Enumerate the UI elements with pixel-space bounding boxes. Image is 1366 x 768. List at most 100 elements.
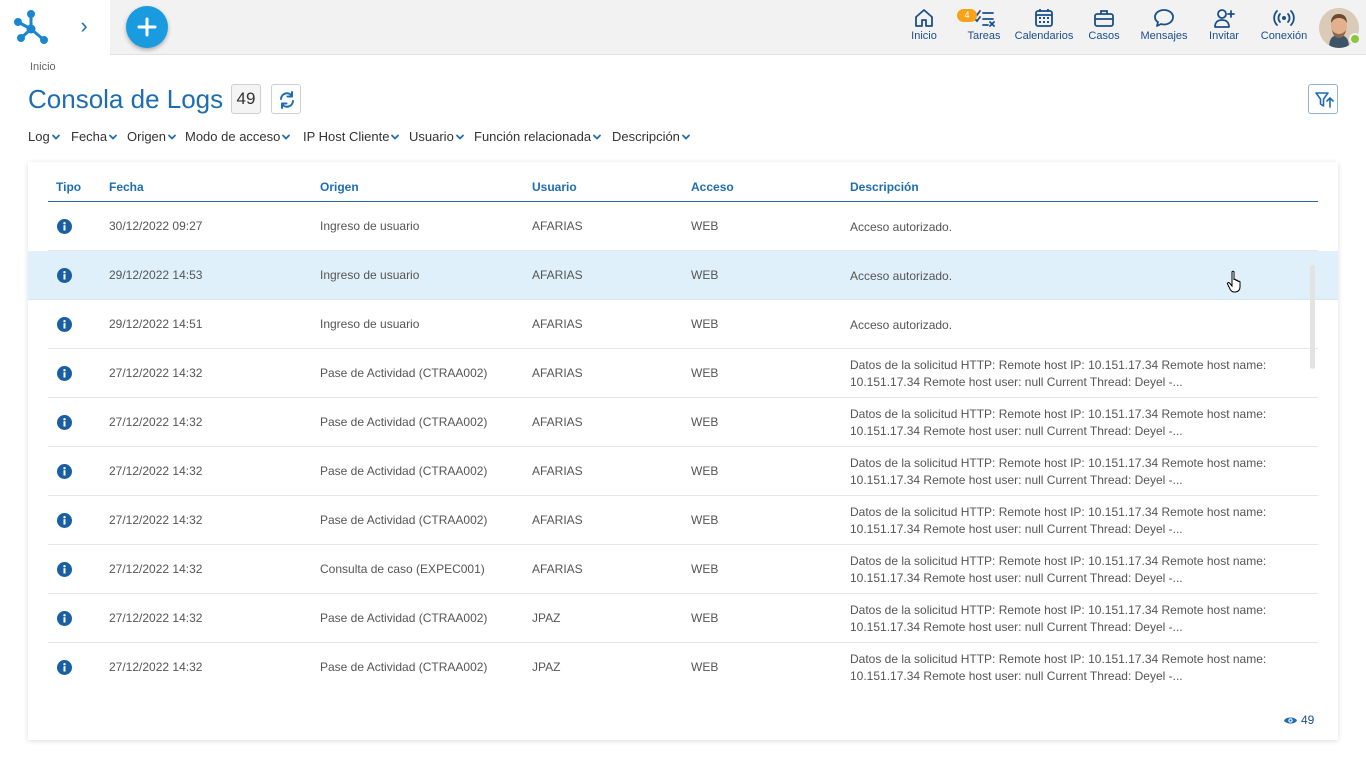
filter-fecha[interactable]: Fecha xyxy=(71,129,118,144)
cell-acceso: WEB xyxy=(691,219,719,233)
cell-fecha: 30/12/2022 09:27 xyxy=(109,219,203,233)
filter-label: Descripción xyxy=(612,129,680,144)
info-icon xyxy=(57,562,72,577)
table-row[interactable]: 29/12/2022 14:51 Ingreso de usuario AFARIA… xyxy=(48,300,1318,349)
cell-usuario: AFARIAS xyxy=(532,513,583,527)
cell-descripcion: Acceso autorizado. xyxy=(850,269,953,283)
cell-descripcion: Datos de la solicitud HTTP: Remote host … xyxy=(850,554,1267,585)
cell-usuario: JPAZ xyxy=(532,611,561,625)
cell-descripcion: Datos de la solicitud HTTP: Remote host … xyxy=(850,456,1267,487)
visible-count: 49 xyxy=(1283,713,1314,727)
cell-acceso: WEB xyxy=(691,268,719,282)
nav-calendarios[interactable]: Calendarios xyxy=(1014,7,1074,47)
table-row[interactable]: 27/12/2022 14:32 Pase de Actividad (CTRAA… xyxy=(48,349,1318,398)
filter-funcion[interactable]: Función relacionada xyxy=(474,129,602,144)
nav-label: Tareas xyxy=(967,30,1001,42)
chevron-down-icon xyxy=(455,134,464,140)
filter-usuario[interactable]: Usuario xyxy=(409,129,465,144)
filter-label: Función relacionada xyxy=(474,129,592,144)
table-scrollbar[interactable] xyxy=(1310,265,1315,369)
cell-origen: Pase de Actividad (CTRAA002) xyxy=(320,464,488,478)
table-row[interactable]: 27/12/2022 14:32 Pase de Actividad (CTRAA… xyxy=(48,398,1318,447)
nav-label: Calendarios xyxy=(1014,30,1074,42)
column-header-usuario[interactable]: Usuario xyxy=(532,180,577,194)
table-row[interactable]: 27/12/2022 14:32 Consulta de caso (EXPEC0… xyxy=(48,545,1318,594)
nav-conexion[interactable]: Conexión xyxy=(1258,7,1310,47)
cell-usuario: JPAZ xyxy=(532,660,561,674)
cell-origen: Consulta de caso (EXPEC001) xyxy=(320,562,485,576)
nav-mensajes[interactable]: Mensajes xyxy=(1138,7,1190,47)
column-header-origen[interactable]: Origen xyxy=(320,180,359,194)
table-row[interactable]: 27/12/2022 14:32 Pase de Actividad (CTRAA… xyxy=(48,496,1318,545)
table-row[interactable]: 30/12/2022 09:27 Ingreso de usuario AFARIA… xyxy=(48,202,1318,251)
cell-descripcion: Acceso autorizado. xyxy=(850,220,953,234)
cell-acceso: WEB xyxy=(691,317,719,331)
table-row[interactable]: 27/12/2022 14:32 Pase de Actividad (CTRAA… xyxy=(48,594,1318,643)
cell-origen: Pase de Actividad (CTRAA002) xyxy=(320,611,488,625)
filter-toggle-button[interactable] xyxy=(1308,84,1338,114)
cell-usuario: AFARIAS xyxy=(532,268,583,282)
info-icon xyxy=(57,464,72,479)
add-button[interactable] xyxy=(126,6,168,48)
filter-modo-acceso[interactable]: Modo de acceso xyxy=(185,129,291,144)
filter-ip-host[interactable]: IP Host Cliente xyxy=(303,129,400,144)
cell-acceso: WEB xyxy=(691,366,719,380)
nav-casos[interactable]: Casos xyxy=(1084,7,1124,47)
nav-invitar[interactable]: Invitar xyxy=(1204,7,1244,47)
refresh-button[interactable] xyxy=(271,84,301,114)
connection-icon xyxy=(1273,10,1295,26)
column-header-descripcion[interactable]: Descripción xyxy=(850,180,919,194)
cell-acceso: WEB xyxy=(691,611,719,625)
table-row[interactable]: 29/12/2022 14:53 Ingreso de usuario AFARIA… xyxy=(28,251,1338,300)
invite-user-icon xyxy=(1214,9,1235,28)
online-status-indicator xyxy=(1349,33,1361,45)
nav-label: Conexión xyxy=(1260,30,1308,42)
filter-log[interactable]: Log xyxy=(28,129,61,144)
expand-menu-button[interactable]: › xyxy=(72,14,96,40)
cell-descripcion: Datos de la solicitud HTTP: Remote host … xyxy=(850,358,1267,389)
filter-origen[interactable]: Origen xyxy=(127,129,177,144)
info-icon xyxy=(57,317,72,332)
table-body: 30/12/2022 09:27 Ingreso de usuario AFARIA… xyxy=(28,202,1338,687)
plus-icon xyxy=(137,17,157,37)
chevron-down-icon xyxy=(168,134,176,140)
logs-card: Tipo Fecha Origen Usuario Acceso Descrip… xyxy=(28,162,1338,740)
table-row[interactable]: 27/12/2022 14:32 Pase de Actividad (CTRAA… xyxy=(48,643,1318,687)
page-title: Consola de Logs xyxy=(28,84,224,114)
chat-icon xyxy=(1154,9,1174,27)
cell-acceso: WEB xyxy=(691,513,719,527)
nav-inicio[interactable]: Inicio xyxy=(904,7,944,47)
refresh-icon xyxy=(280,91,294,109)
filter-label: Origen xyxy=(127,129,167,144)
cell-acceso: WEB xyxy=(691,415,719,429)
breadcrumb[interactable]: Inicio xyxy=(30,61,56,73)
cell-acceso: WEB xyxy=(691,464,719,478)
cell-origen: Ingreso de usuario xyxy=(320,317,420,331)
app-logo-icon[interactable] xyxy=(14,10,48,44)
chevron-down-icon xyxy=(109,134,118,140)
column-header-acceso[interactable]: Acceso xyxy=(691,180,734,194)
table-row[interactable]: 27/12/2022 14:32 Pase de Actividad (CTRAA… xyxy=(48,447,1318,496)
cell-descripcion: Datos de la solicitud HTTP: Remote host … xyxy=(850,603,1267,634)
filter-label: IP Host Cliente xyxy=(303,129,390,144)
hand-cursor-icon xyxy=(1226,270,1241,293)
info-icon xyxy=(57,268,72,283)
cell-fecha: 27/12/2022 14:32 xyxy=(109,562,203,576)
chevron-down-icon xyxy=(282,134,291,140)
filter-descripcion[interactable]: Descripción xyxy=(612,129,691,144)
total-count-badge: 49 xyxy=(231,84,261,114)
info-icon xyxy=(57,513,72,528)
nav-label: Casos xyxy=(1088,30,1120,42)
cell-origen: Pase de Actividad (CTRAA002) xyxy=(320,366,488,380)
calendar-icon xyxy=(1035,9,1053,27)
home-icon xyxy=(915,9,933,27)
column-header-tipo[interactable]: Tipo xyxy=(56,180,81,194)
column-header-fecha[interactable]: Fecha xyxy=(109,180,144,194)
nav-label: Inicio xyxy=(911,30,937,42)
filter-label: Log xyxy=(28,129,50,144)
cell-usuario: AFARIAS xyxy=(532,464,583,478)
cell-descripcion: Datos de la solicitud HTTP: Remote host … xyxy=(850,407,1267,438)
cell-fecha: 27/12/2022 14:32 xyxy=(109,366,203,380)
filter-up-icon xyxy=(1315,92,1334,108)
filter-label: Usuario xyxy=(409,129,454,144)
